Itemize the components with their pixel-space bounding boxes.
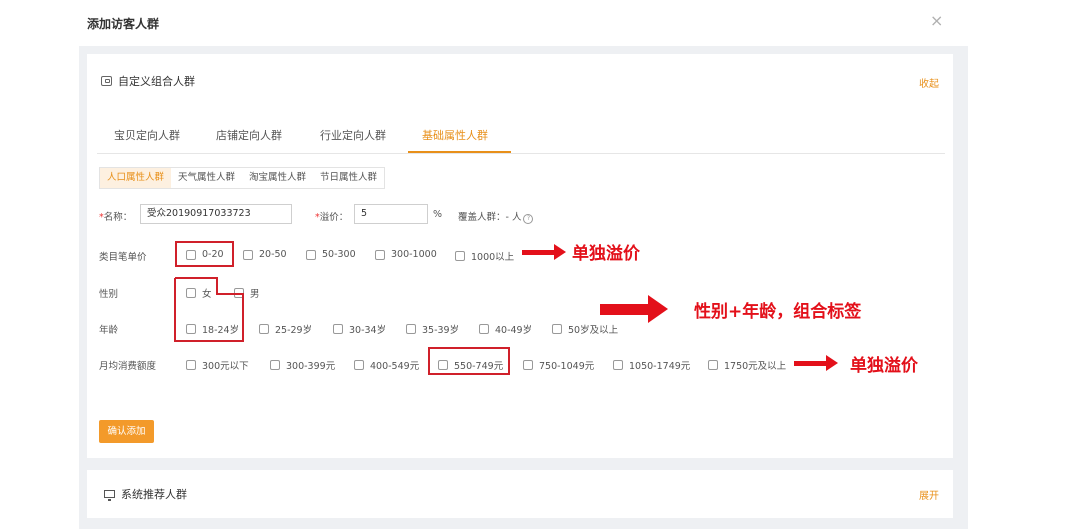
checkbox[interactable]	[406, 324, 416, 334]
tab-shop-crowd[interactable]: 店铺定向人群	[216, 127, 282, 143]
percent-sign: %	[433, 209, 443, 220]
checkbox[interactable]	[479, 324, 489, 334]
system-recommend-header: 系统推荐人群	[104, 486, 187, 502]
arrow-gender-age	[600, 295, 668, 323]
collapse-link[interactable]: 收起	[919, 75, 939, 90]
subtab-holiday[interactable]: 节日属性人群	[313, 168, 384, 188]
spending-option-400-549[interactable]: 400-549元	[354, 358, 419, 372]
modal-title: 添加访客人群	[87, 17, 160, 31]
annotation-price: 单独溢价	[572, 244, 640, 264]
price-row-label: 类目笔单价	[99, 252, 147, 263]
premium-label: *溢价：	[315, 212, 349, 223]
highlight-gender-age-outline	[174, 277, 244, 342]
checkbox[interactable]	[708, 360, 718, 370]
gender-row-label: 性别	[99, 289, 119, 300]
custom-crowd-title: 自定义组合人群	[118, 75, 195, 88]
crowd-icon	[101, 76, 112, 86]
monitor-icon	[104, 490, 115, 501]
tab-product-crowd[interactable]: 宝贝定向人群	[114, 127, 180, 143]
checkbox[interactable]	[523, 360, 533, 370]
age-row-label: 年龄	[99, 325, 119, 336]
checkbox[interactable]	[306, 249, 316, 260]
name-input[interactable]: 受众20190917033723	[140, 204, 292, 224]
arrow-spending	[794, 355, 838, 371]
system-recommend-title: 系统推荐人群	[121, 488, 187, 501]
subtab-demographic[interactable]: 人口属性人群	[100, 168, 172, 188]
expand-link[interactable]: 展开	[919, 487, 939, 502]
spending-option-1750-plus[interactable]: 1750元及以上	[708, 358, 786, 372]
confirm-add-button[interactable]: 确认添加	[99, 420, 154, 443]
price-option-1000-plus[interactable]: 1000以上	[455, 249, 514, 263]
highlight-price-box	[175, 241, 234, 267]
subtab-weather[interactable]: 天气属性人群	[171, 168, 242, 188]
highlight-spending-box	[428, 347, 510, 375]
close-icon[interactable]: ×	[930, 12, 943, 30]
spending-option-750-1049[interactable]: 750-1049元	[523, 358, 594, 372]
spending-option-1050-1749[interactable]: 1050-1749元	[613, 358, 690, 372]
age-option-30-34[interactable]: 30-34岁	[333, 322, 386, 336]
checkbox[interactable]	[354, 360, 364, 370]
name-label: *名称：	[99, 212, 133, 223]
subtab-taobao[interactable]: 淘宝属性人群	[242, 168, 313, 188]
tabs-divider	[97, 153, 945, 154]
checkbox[interactable]	[375, 249, 385, 260]
annotation-spending: 单独溢价	[850, 356, 918, 376]
spending-row-label: 月均消费额度	[99, 361, 157, 372]
arrow-price	[522, 244, 566, 260]
checkbox[interactable]	[259, 324, 269, 334]
spending-option-below-300[interactable]: 300元以下	[186, 358, 249, 372]
coverage-label: 覆盖人群：- 人?	[458, 209, 534, 224]
active-tab-indicator	[408, 151, 511, 153]
price-option-20-50[interactable]: 20-50	[243, 249, 287, 260]
custom-crowd-header: 自定义组合人群	[101, 73, 195, 89]
price-option-300-1000[interactable]: 300-1000	[375, 249, 437, 260]
age-option-40-49[interactable]: 40-49岁	[479, 322, 532, 336]
checkbox[interactable]	[243, 249, 253, 260]
age-option-35-39[interactable]: 35-39岁	[406, 322, 459, 336]
spending-option-300-399[interactable]: 300-399元	[270, 358, 335, 372]
checkbox[interactable]	[186, 360, 196, 370]
subtab-group: 人口属性人群 天气属性人群 淘宝属性人群 节日属性人群	[99, 167, 386, 189]
tab-basic-attribute-crowd[interactable]: 基础属性人群	[422, 127, 488, 143]
checkbox[interactable]	[455, 251, 465, 261]
checkbox[interactable]	[270, 360, 280, 370]
help-icon[interactable]: ?	[523, 214, 534, 224]
system-recommend-card	[87, 470, 953, 518]
premium-input[interactable]: 5	[354, 204, 428, 224]
price-option-50-300[interactable]: 50-300	[306, 249, 356, 260]
checkbox[interactable]	[333, 324, 343, 334]
age-option-25-29[interactable]: 25-29岁	[259, 322, 312, 336]
age-option-50-plus[interactable]: 50岁及以上	[552, 322, 618, 336]
checkbox[interactable]	[613, 360, 623, 370]
annotation-gender-age: 性别+年龄，组合标签	[694, 302, 862, 322]
checkbox[interactable]	[552, 324, 562, 334]
tab-industry-crowd[interactable]: 行业定向人群	[320, 127, 386, 143]
